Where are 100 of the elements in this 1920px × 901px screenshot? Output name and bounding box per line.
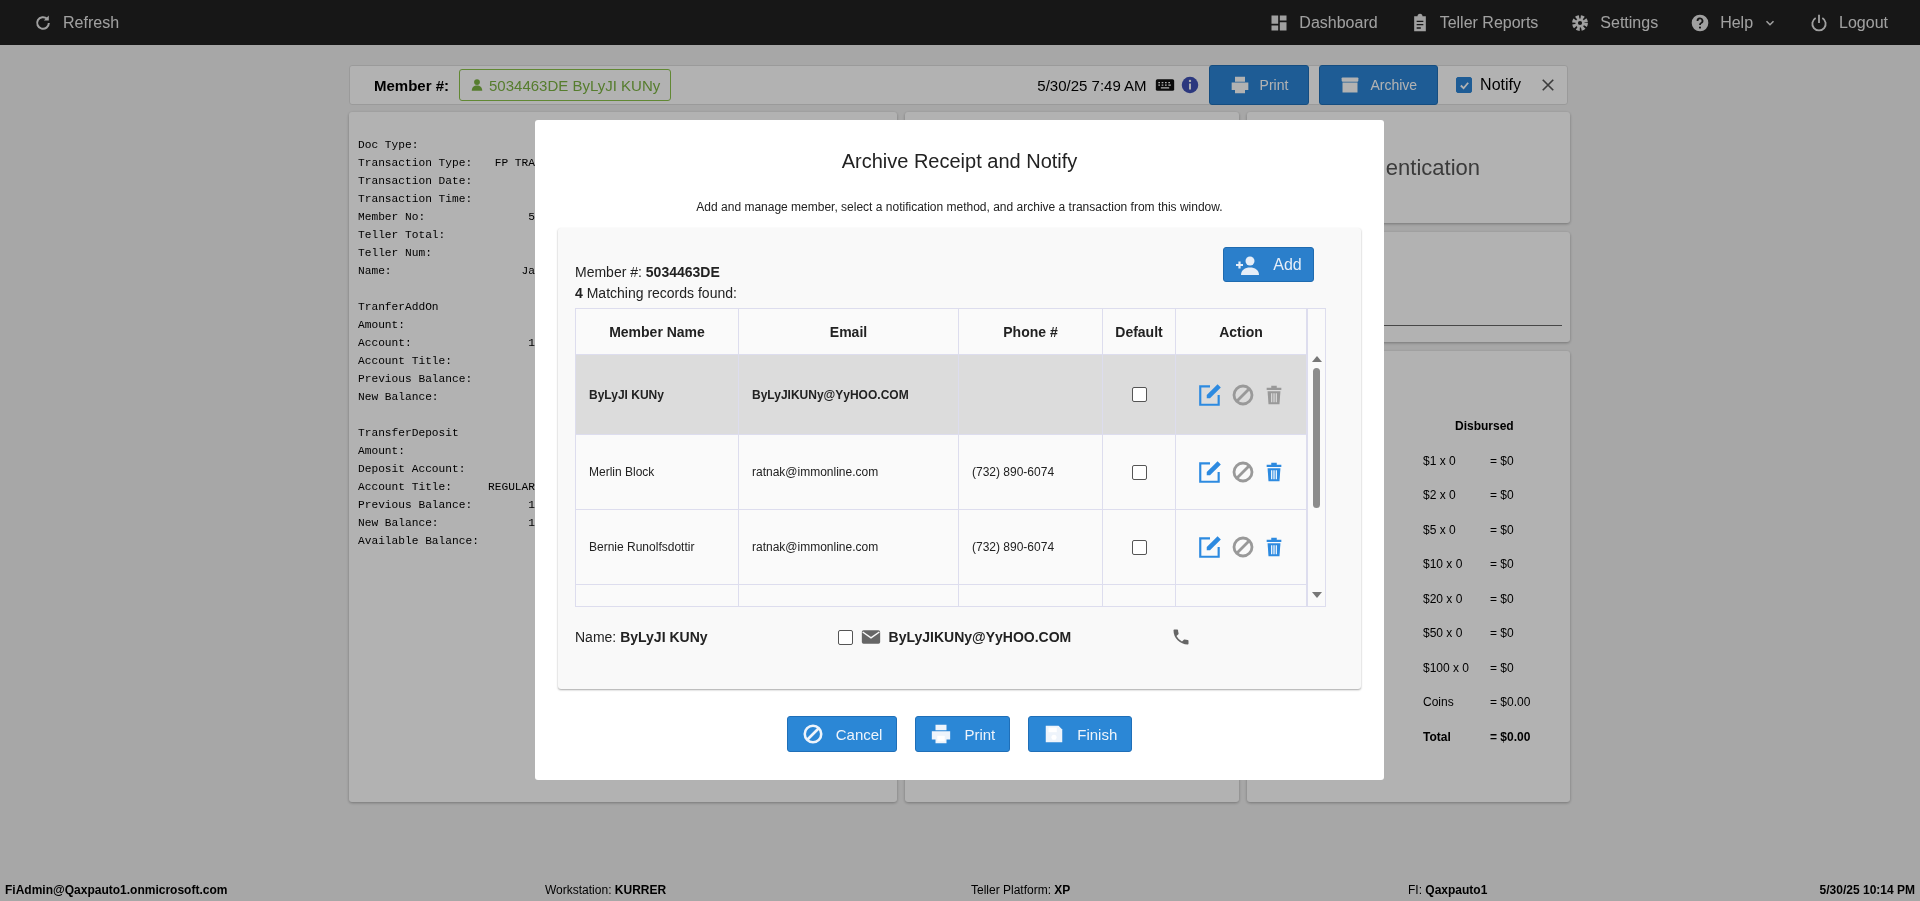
notify-checkbox[interactable]: Notify xyxy=(1456,76,1521,94)
default-checkbox[interactable] xyxy=(1131,387,1147,402)
receipt-value: 5 xyxy=(527,210,535,225)
nav-link[interactable]: Dashboard xyxy=(1269,12,1378,33)
amount-value: = $0 xyxy=(1490,626,1515,640)
selected-name-text: Name: ByLyJI KUNy xyxy=(575,629,708,645)
member-number-text: Member #: 5034463DE xyxy=(575,264,721,280)
nav-link[interactable]: Logout xyxy=(1809,12,1888,33)
table-cell: ByLyJIKUNy@YyHOO.COM xyxy=(739,355,959,435)
cancel-icon xyxy=(801,723,824,745)
receipt-label: Available Balance: xyxy=(358,534,479,549)
ban-icon xyxy=(1231,382,1255,407)
amount-value: = $0.00 xyxy=(1490,695,1532,709)
ban-icon xyxy=(1231,460,1255,484)
add-button[interactable]: Add xyxy=(1223,247,1314,282)
cancel-button[interactable]: Cancel xyxy=(786,716,898,752)
receipt-label: Name: xyxy=(358,264,393,279)
receipt-value: FP TRA xyxy=(493,156,535,171)
status-text: Teller Platform: XP xyxy=(971,883,1072,897)
records-found-text: 4 Matching records found: xyxy=(575,285,737,301)
table-cell: ratnak@immonline.com xyxy=(739,510,959,585)
receipt-value: 1 xyxy=(527,516,535,531)
receipt-label: Doc Type: xyxy=(358,138,420,153)
default-checkbox[interactable] xyxy=(1131,464,1147,480)
receipt-label: New Balance: xyxy=(358,516,440,531)
denomination-label: Total xyxy=(1423,729,1452,744)
status-text: FiAdmin@Qaxpauto1.onmicrosoft.com xyxy=(5,883,229,897)
checkmark-icon xyxy=(1458,79,1470,91)
scrollbar[interactable] xyxy=(1307,309,1325,606)
receipt-label: TranferAddOn xyxy=(358,300,440,315)
table-cell: ratnak@immonline.com xyxy=(739,435,959,510)
denomination-label: $100 x 0 xyxy=(1423,660,1471,675)
status-text: 5/30/25 10:14 PM xyxy=(1819,883,1915,897)
denomination-label: Coins xyxy=(1423,695,1455,709)
help-icon xyxy=(1690,12,1711,33)
receipt-label: Account Title: xyxy=(358,354,453,369)
table-cell: ByLyJI KUNy xyxy=(576,355,739,435)
amount-value: = $0.00 xyxy=(1490,729,1532,744)
denomination-label: $20 x 0 xyxy=(1423,591,1464,606)
printer-icon xyxy=(930,723,953,745)
receipt-label: Previous Balance: xyxy=(358,498,474,513)
receipt-label: Account Title: xyxy=(358,480,453,495)
amount-value: = $0 xyxy=(1490,488,1515,502)
scroll-up-icon[interactable] xyxy=(1311,356,1322,362)
receipt-value: Ja xyxy=(520,264,535,279)
printer-icon xyxy=(1229,75,1250,95)
receipt-label: Transaction Time: xyxy=(358,192,473,207)
receipt-value: REGULAR xyxy=(487,480,535,495)
nav-link[interactable]: Help xyxy=(1690,12,1778,33)
scroll-down-icon[interactable] xyxy=(1311,592,1322,598)
denomination-label: $2 x 0 xyxy=(1423,488,1457,502)
datetime-text: 5/30/25 7:49 AM xyxy=(1037,76,1147,94)
scroll-thumb[interactable] xyxy=(1313,368,1320,508)
nav-link[interactable]: Refresh xyxy=(33,12,120,33)
default-checkbox[interactable] xyxy=(1131,539,1147,555)
receipt-label: Previous Balance: xyxy=(358,372,473,387)
selected-email-text: ByLyJIKUNy@YyHOO.COM xyxy=(888,629,1072,645)
disbursed-heading: Disbursed xyxy=(1454,419,1515,433)
dialog-description: Add and manage member, select a notification method, and archive a transaction from this window. xyxy=(696,200,1223,214)
ban-icon xyxy=(1231,535,1255,559)
denomination-label: $50 x 0 xyxy=(1423,626,1464,640)
edit-icon xyxy=(1197,381,1223,408)
nav-link[interactable]: Settings xyxy=(1570,12,1659,33)
receipt-label: Member No: xyxy=(358,210,427,225)
table-row[interactable]: ByLyJI KUNy ByLyJIKUNy@YyHOO.COM xyxy=(576,355,1307,435)
phone-icon xyxy=(1171,627,1192,647)
table-cell: (732) 890-6074 xyxy=(959,435,1103,510)
amount-value: = $0 xyxy=(1490,660,1515,675)
receipt-label: Amount: xyxy=(358,318,406,333)
status-text: Workstation: KURRER xyxy=(545,883,668,897)
table-cell: Merlin Block xyxy=(576,435,739,510)
nav-link[interactable]: Teller Reports xyxy=(1409,12,1539,33)
email-checkbox[interactable] xyxy=(837,629,853,645)
amount-value: = $0 xyxy=(1490,522,1515,537)
amount-value: = $0 xyxy=(1490,591,1515,606)
receipt-label: New Balance: xyxy=(358,390,440,405)
receipt-label: Amount: xyxy=(358,444,406,459)
edit-icon xyxy=(1197,459,1223,485)
panel-title: entication xyxy=(1385,154,1480,181)
finish-button[interactable]: Finish xyxy=(1028,716,1133,752)
receipt-label: Teller Total: xyxy=(358,228,447,243)
table-row[interactable]: Bernie Runolfsdottir ratnak@immonline.com (732) 890-6074 xyxy=(576,510,1307,585)
settings-icon xyxy=(1570,12,1591,33)
info-icon xyxy=(1180,76,1199,94)
denomination-label: $1 x 0 xyxy=(1423,453,1457,468)
table-cell: (732) 890-6074 xyxy=(959,510,1103,585)
status-text: FI: Qaxpauto1 xyxy=(1408,883,1489,897)
amount-value: = $0 xyxy=(1490,557,1515,571)
close-icon xyxy=(1539,76,1557,94)
receipt-label: Transaction Date: xyxy=(358,174,473,189)
table-row[interactable]: Merlin Block ratnak@immonline.com (732) 890-6074 xyxy=(576,435,1307,510)
archive-box-icon xyxy=(1340,75,1361,95)
denomination-label: $5 x 0 xyxy=(1423,522,1457,537)
table-cell: Bernie Runolfsdottir xyxy=(576,510,739,585)
amount-value: = $0 xyxy=(1490,453,1515,468)
mail-icon xyxy=(860,627,881,647)
receipt-value: 1 xyxy=(527,336,535,351)
receipt-label: Deposit Account: xyxy=(358,462,467,477)
denomination-label: $10 x 0 xyxy=(1423,557,1464,571)
receipt-label: Transaction Type: xyxy=(358,156,473,171)
